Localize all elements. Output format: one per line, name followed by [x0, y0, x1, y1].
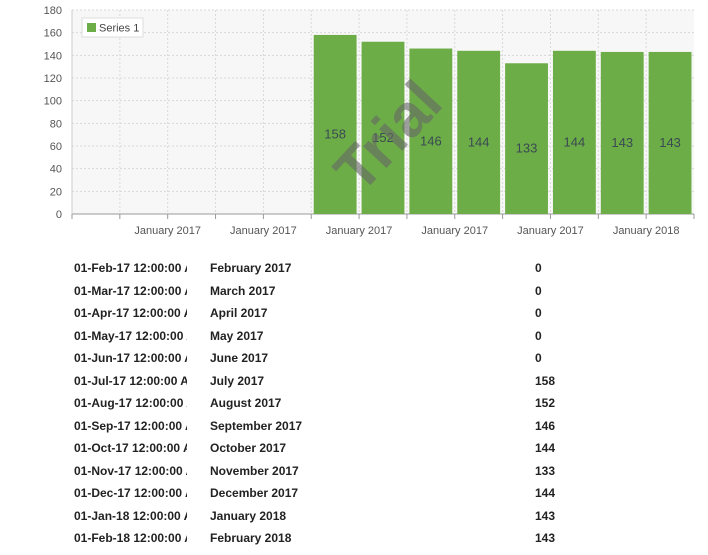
table-row: 01-Feb-17 12:00:00 AM February 2017 0 — [0, 256, 708, 279]
bar[interactable] — [552, 50, 596, 214]
table-row: 01-Apr-17 12:00:00 AM April 2017 0 — [0, 301, 708, 324]
bar-chart: 020406080100120140160180 January 2017 Jan… — [44, 5, 695, 237]
month-cell: April 2017 — [210, 306, 268, 320]
date-cell: 01-Dec-17 12:00:00 AM — [74, 486, 187, 500]
table-row: 01-Dec-17 12:00:00 AM December 2017 144 — [0, 481, 708, 504]
y-tick-label: 100 — [44, 96, 62, 108]
value-cell: 146 — [535, 418, 556, 433]
month-cell: March 2017 — [210, 283, 276, 298]
y-tick-label: 120 — [44, 73, 62, 85]
date-cell: 01-Jun-17 12:00:00 AM — [74, 351, 187, 365]
month-cell: February 2017 — [210, 261, 292, 275]
date-cell: 01-Mar-17 12:00:00 AM — [74, 283, 187, 298]
x-axis-ticks: January 2017 January 2017 January 2017 Janu… — [71, 214, 695, 237]
date-cell: 01-Oct-17 12:00:00 AM — [74, 441, 187, 455]
value-cell: 144 — [535, 486, 556, 500]
date-cell: 01-Nov-17 12:00:00 AM — [74, 463, 187, 478]
bar[interactable] — [505, 63, 548, 215]
value-cell: 143 — [535, 508, 556, 523]
data-label: 133 — [516, 141, 538, 156]
y-tick-label: 180 — [44, 5, 62, 17]
legend-label: Series 1 — [99, 23, 139, 35]
bar[interactable] — [600, 51, 644, 214]
y-tick-label: 140 — [44, 50, 62, 62]
data-label: 144 — [468, 134, 490, 149]
y-tick-label: 0 — [56, 209, 62, 221]
table-row: 01-Nov-17 12:00:00 AM November 2017 133 — [0, 459, 708, 482]
month-cell: January 2018 — [210, 508, 287, 523]
month-cell: July 2017 — [210, 373, 265, 388]
legend[interactable]: Series 1 — [81, 17, 144, 38]
date-cell: 01-Apr-17 12:00:00 AM — [74, 306, 187, 320]
value-cell: 144 — [535, 441, 556, 455]
value-cell: 0 — [535, 351, 542, 365]
x-tick-label: January 2018 — [613, 225, 680, 237]
x-tick-label: January 2017 — [326, 225, 393, 237]
data-label: 143 — [659, 135, 681, 150]
table-row: 01-Oct-17 12:00:00 AM October 2017 144 — [0, 436, 708, 459]
month-cell: September 2017 — [210, 418, 303, 433]
x-tick-label: January 2017 — [517, 225, 584, 237]
month-cell: June 2017 — [210, 351, 269, 365]
month-cell: February 2018 — [210, 531, 292, 545]
x-tick-label: January 2017 — [421, 225, 488, 237]
table-row: 01-Jan-18 12:00:00 AM January 2018 143 — [0, 504, 708, 527]
bar[interactable] — [313, 34, 357, 214]
x-tick-label: January 2017 — [134, 225, 201, 237]
month-cell: November 2017 — [210, 463, 299, 478]
x-tick-label: January 2017 — [230, 225, 297, 237]
table-row: 01-Jun-17 12:00:00 AM June 2017 0 — [0, 346, 708, 369]
value-cell: 0 — [535, 283, 542, 298]
y-tick-label: 20 — [50, 186, 62, 198]
date-cell: 01-Jul-17 12:00:00 AM — [74, 373, 187, 388]
value-cell: 158 — [535, 373, 556, 388]
month-cell: August 2017 — [210, 396, 282, 410]
value-cell: 0 — [535, 261, 542, 275]
value-cell: 152 — [535, 396, 556, 410]
y-axis-ticks: 0 20 40 60 80 100 120 140 160 180 — [44, 5, 62, 221]
date-cell: 01-Jan-18 12:00:00 AM — [74, 508, 187, 523]
table-row: 01-Aug-17 12:00:00 AM August 2017 152 — [0, 391, 708, 414]
y-tick-label: 160 — [44, 28, 62, 40]
bar[interactable] — [457, 50, 501, 214]
month-cell: October 2017 — [210, 441, 287, 455]
table-row: 01-Sep-17 12:00:00 AM September 2017 146 — [0, 414, 708, 437]
table-row: 01-Jul-17 12:00:00 AM July 2017 158 — [0, 369, 708, 392]
date-cell: 01-Feb-17 12:00:00 AM — [74, 261, 187, 275]
month-cell: May 2017 — [210, 328, 264, 343]
table-row: 01-Feb-18 12:00:00 AM February 2018 143 — [0, 526, 708, 549]
value-cell: 143 — [535, 531, 556, 545]
date-cell: 01-Aug-17 12:00:00 AM — [74, 396, 187, 410]
month-cell: December 2017 — [210, 486, 299, 500]
data-table: 01-Feb-17 12:00:00 AMFebruary 2017001-Ma… — [0, 256, 708, 549]
bar[interactable] — [648, 51, 692, 214]
value-cell: 0 — [535, 328, 542, 343]
value-cell: 0 — [535, 306, 542, 320]
table-row: 01-Mar-17 12:00:00 AM March 2017 0 — [0, 279, 708, 302]
y-tick-label: 80 — [50, 118, 62, 130]
value-cell: 133 — [535, 463, 556, 478]
legend-swatch — [87, 23, 96, 32]
data-label: 143 — [611, 135, 633, 150]
y-tick-label: 40 — [50, 164, 62, 176]
table-row: 01-May-17 12:00:00 AM May 2017 0 — [0, 324, 708, 347]
y-tick-label: 60 — [50, 141, 62, 153]
data-label: 144 — [564, 134, 586, 149]
date-cell: 01-May-17 12:00:00 AM — [74, 328, 187, 343]
date-cell: 01-Feb-18 12:00:00 AM — [74, 531, 187, 545]
date-cell: 01-Sep-17 12:00:00 AM — [74, 418, 187, 433]
